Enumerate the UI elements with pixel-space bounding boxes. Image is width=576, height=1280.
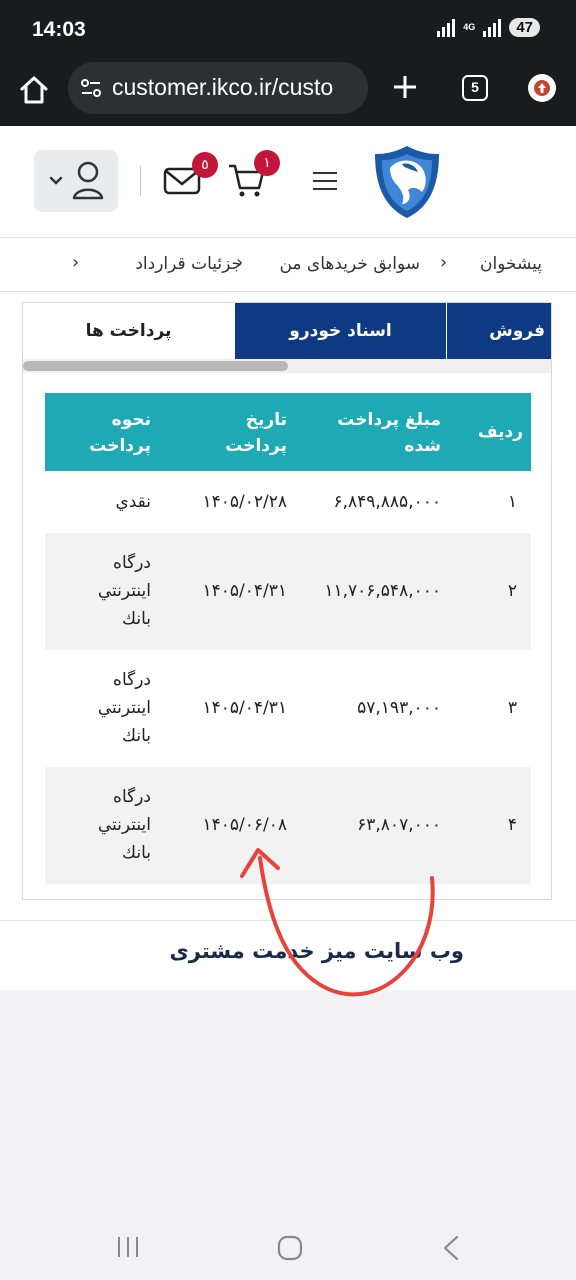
breadcrumb-item-purchases[interactable]: سوابق خریدهای من bbox=[279, 254, 420, 274]
status-icons: 4G 47 bbox=[437, 18, 540, 37]
new-tab-icon[interactable] bbox=[388, 70, 422, 104]
cell-date: ۱۴۰۵/۰۴/۳۱ bbox=[202, 698, 287, 718]
breadcrumb-chevron-icon: › bbox=[440, 252, 448, 273]
cell-date: ۱۴۰۵/۰۲/۲۸ bbox=[202, 492, 287, 512]
mail-badge: ٥ bbox=[192, 152, 218, 178]
cell-row-number: ٢ bbox=[507, 581, 517, 601]
status-bar: 14:03 4G 47 bbox=[0, 0, 576, 62]
col-method: نحوه پرداخت bbox=[89, 410, 151, 456]
cell-method: درگاه اینترنتي بانك bbox=[97, 553, 151, 629]
signal-icon-2 bbox=[483, 18, 502, 37]
cell-amount: ۵۷,۱۹۳,۰۰۰ bbox=[357, 698, 441, 718]
signal-icon bbox=[437, 18, 456, 37]
home-nav-icon[interactable] bbox=[277, 1235, 303, 1261]
site-header: ٥ ١ bbox=[0, 126, 576, 238]
user-menu-button[interactable] bbox=[34, 150, 118, 212]
network-type: 4G bbox=[463, 22, 476, 32]
breadcrumb-item-dashboard[interactable]: پیشخوان bbox=[480, 254, 542, 274]
url-text: customer.ikco.ir/custo bbox=[112, 74, 334, 100]
cell-date: ۱۴۰۵/۰۶/۰۸ bbox=[202, 815, 287, 835]
tab-sale[interactable]: فروش bbox=[447, 303, 551, 359]
col-amount: مبلغ پرداخت شده bbox=[337, 410, 441, 456]
col-date: تاریخ پرداخت bbox=[225, 410, 287, 456]
cell-amount: ۱۱,۷۰۶,۵۴۸,۰۰۰ bbox=[324, 581, 441, 601]
cell-amount: ۶,۸۴۹,۸۸۵,۰۰۰ bbox=[333, 492, 441, 512]
tab-vehicle-documents[interactable]: اسناد خودرو bbox=[235, 303, 446, 359]
brand-logo-icon[interactable] bbox=[372, 144, 442, 220]
table-row: ١ ۶,۸۴۹,۸۸۵,۰۰۰ ۱۴۰۵/۰۲/۲۸ نقدي bbox=[45, 471, 531, 533]
annotation-arrow-icon bbox=[240, 848, 435, 997]
address-bar[interactable]: customer.ikco.ir/custo bbox=[68, 62, 368, 114]
home-icon[interactable] bbox=[18, 74, 50, 106]
cell-method: نقدي bbox=[115, 492, 151, 512]
cell-row-number: ١ bbox=[507, 492, 517, 512]
breadcrumb: پیشخوان › سوابق خریدهای من › جزئیات قرار… bbox=[0, 238, 576, 292]
tab-switcher-button[interactable]: 5 bbox=[462, 75, 488, 101]
breadcrumb-chevron-icon: › bbox=[72, 252, 80, 273]
table-header: ردیف مبلغ پرداخت شده تاریخ پرداخت نحوه پردا… bbox=[45, 393, 531, 471]
site-settings-icon[interactable] bbox=[80, 77, 102, 99]
header-divider bbox=[140, 166, 141, 196]
col-row-number: ردیف bbox=[477, 422, 523, 442]
system-navigation-bar bbox=[0, 1200, 576, 1280]
cell-amount: ۶۳,۸۰۷,۰۰۰ bbox=[357, 815, 441, 835]
browser-toolbar: customer.ikco.ir/custo 5 bbox=[0, 62, 576, 126]
status-time: 14:03 bbox=[32, 18, 86, 41]
cell-row-number: ٣ bbox=[507, 698, 517, 718]
table-row: ٢ ۱۱,۷۰۶,۵۴۸,۰۰۰ ۱۴۰۵/۰۴/۳۱ درگاه اینترنت… bbox=[45, 533, 531, 650]
tab-payments[interactable]: پرداخت ها bbox=[23, 303, 234, 359]
update-arrow-icon bbox=[534, 80, 550, 96]
main-content: پرداخت ها اسناد خودرو فروش ردیف مبلغ پرد… bbox=[0, 292, 576, 920]
cell-method: درگاه اینترنتي بانك bbox=[97, 787, 151, 863]
user-icon bbox=[49, 161, 104, 200]
tabs-scrollbar-thumb[interactable] bbox=[23, 361, 288, 371]
cart-badge: ١ bbox=[254, 150, 280, 176]
cell-date: ۱۴۰۵/۰۴/۳۱ bbox=[202, 581, 287, 601]
cell-row-number: ۴ bbox=[507, 815, 517, 835]
browser-menu-icon[interactable] bbox=[528, 74, 556, 102]
payments-table: ردیف مبلغ پرداخت شده تاریخ پرداخت نحوه پردا… bbox=[45, 393, 531, 884]
hamburger-menu-icon[interactable] bbox=[312, 170, 338, 192]
back-icon[interactable] bbox=[442, 1235, 460, 1261]
table-row: ٣ ۵۷,۱۹۳,۰۰۰ ۱۴۰۵/۰۴/۳۱ درگاه اینترنتي بان… bbox=[45, 650, 531, 767]
cell-method: درگاه اینترنتي بانك bbox=[97, 670, 151, 746]
battery-indicator: 47 bbox=[509, 18, 540, 37]
recent-apps-icon[interactable] bbox=[116, 1236, 140, 1258]
contract-details-panel: پرداخت ها اسناد خودرو فروش ردیف مبلغ پرد… bbox=[22, 302, 552, 900]
breadcrumb-item-contract: جزئیات قرارداد bbox=[135, 254, 242, 274]
